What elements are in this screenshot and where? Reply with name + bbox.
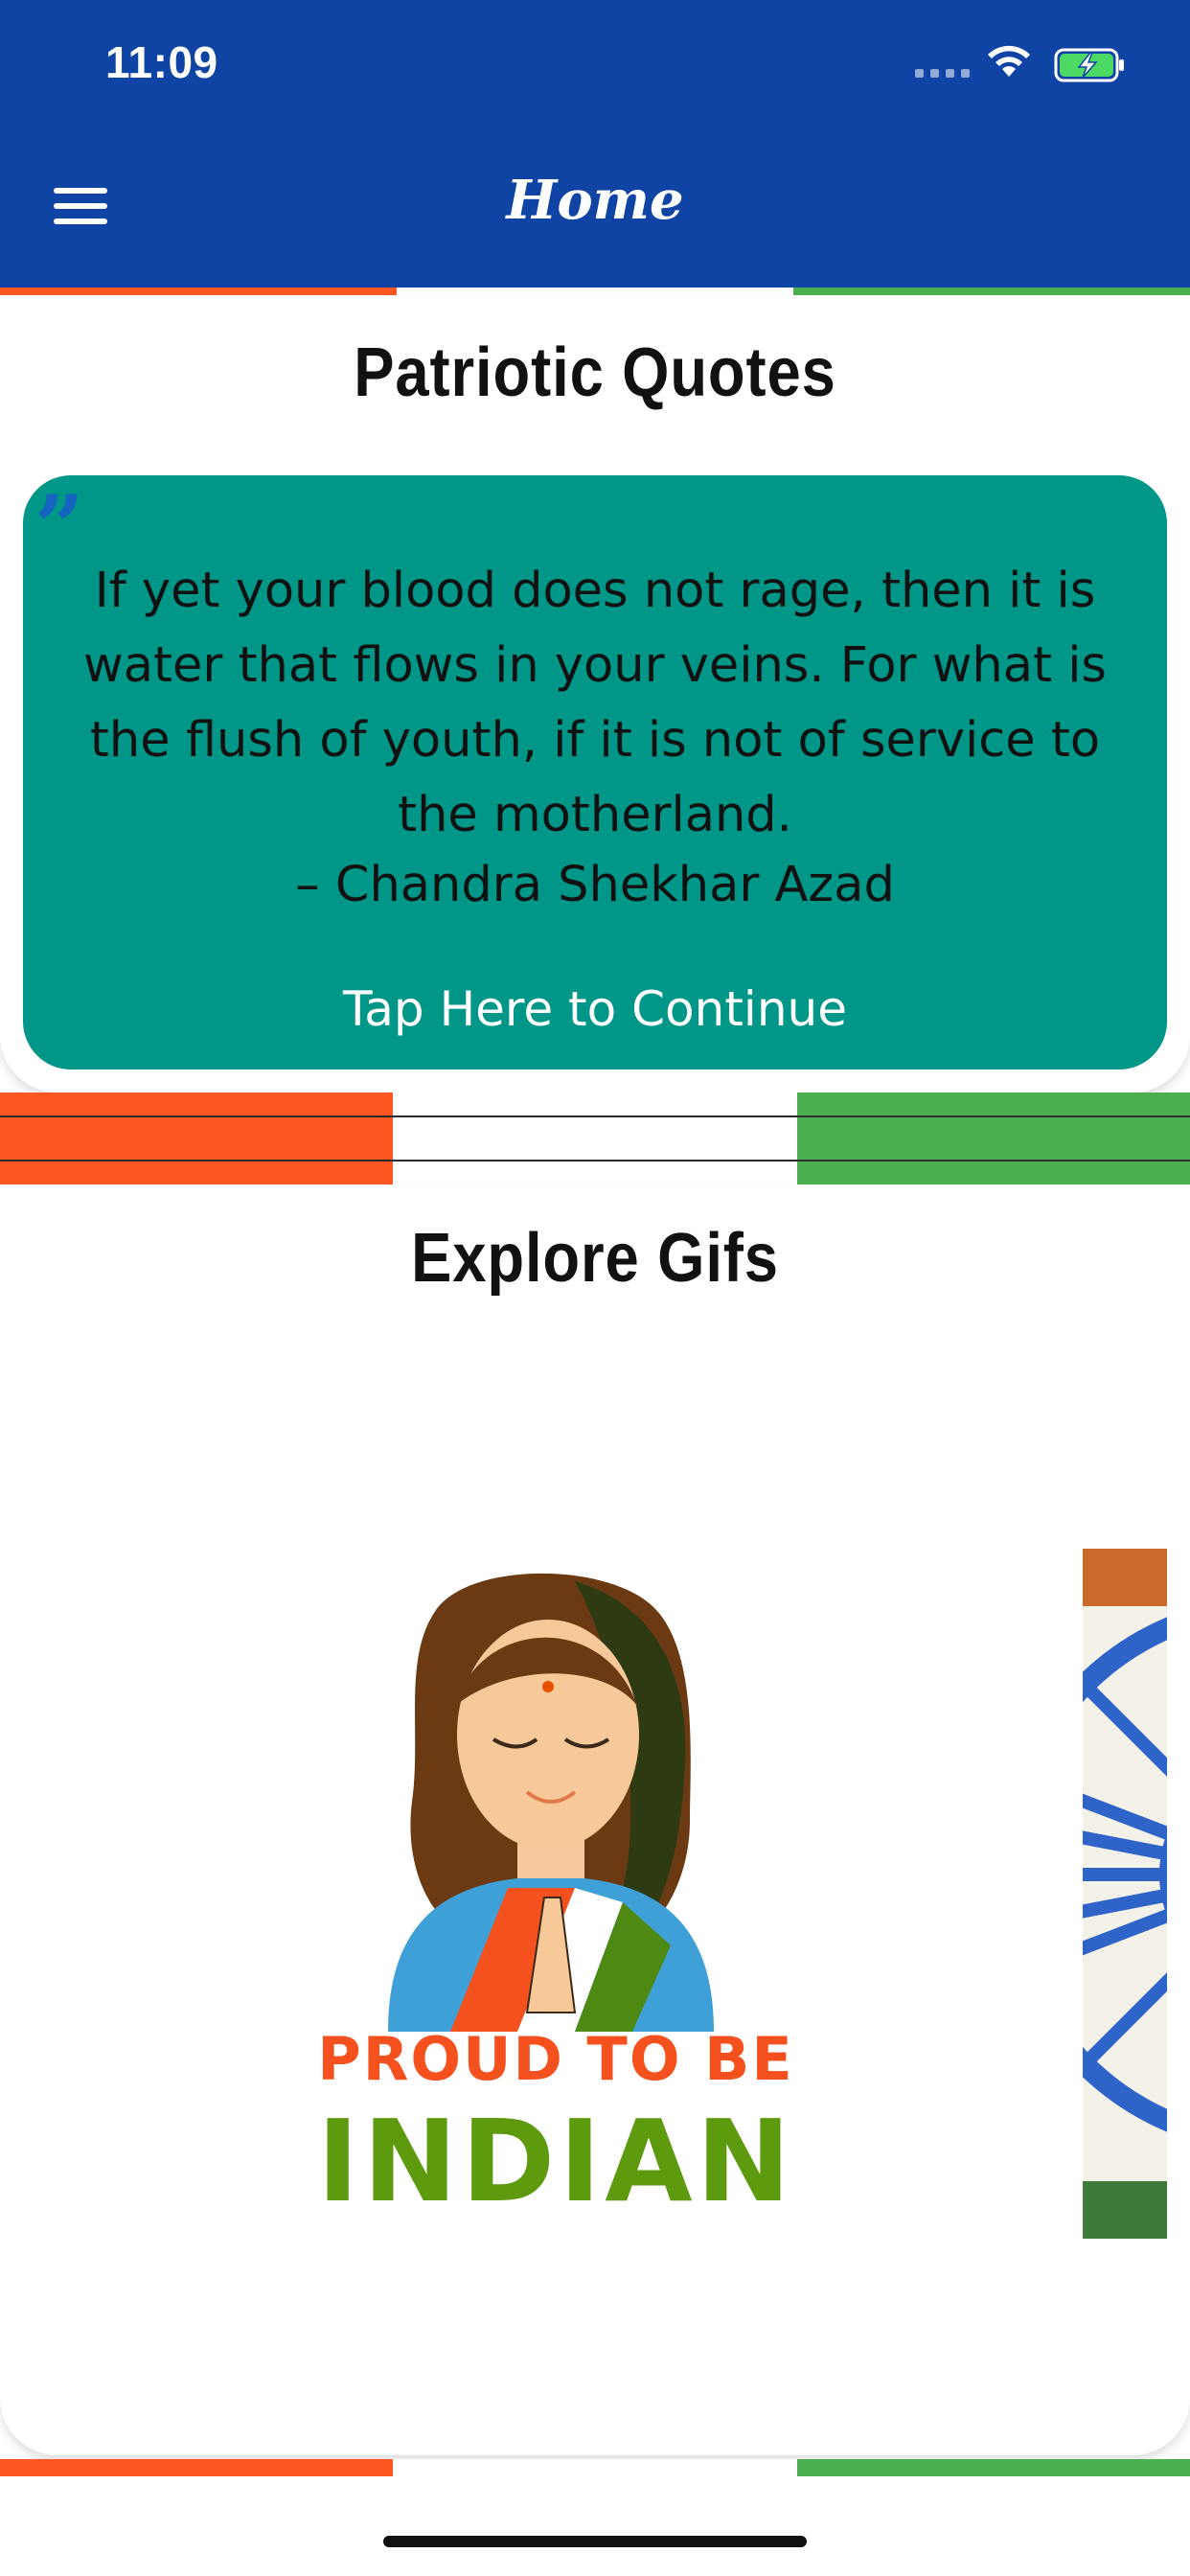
quote-text: If yet your blood does not rage, then it… xyxy=(38,554,1152,853)
quotes-section-title: Patriotic Quotes xyxy=(354,334,836,411)
namaste-girl-illustration xyxy=(388,1573,714,2032)
tricolor-white-band xyxy=(393,2459,797,2476)
wifi-icon xyxy=(988,45,1030,77)
quote-line: the flush of youth, if it is not of serv… xyxy=(89,712,1101,769)
gif-caption-top: PROUD TO BE xyxy=(317,2024,794,2094)
page-title: Home xyxy=(506,169,684,232)
tricolor-divider xyxy=(0,1092,1190,1184)
quote-line: the motherland. xyxy=(398,787,792,843)
app-bar: 11:09 Home xyxy=(0,0,1190,288)
quote-line: If yet your blood does not rage, then it… xyxy=(94,563,1096,619)
battery-charging-icon xyxy=(1054,48,1124,82)
continue-link[interactable]: Tap Here to Continue xyxy=(38,981,1152,1037)
home-indicator[interactable] xyxy=(383,2536,807,2547)
tricolor-saffron-band xyxy=(0,2459,393,2476)
quote-author: – Chandra Shekhar Azad xyxy=(295,857,895,913)
gif-flag-chakra[interactable] xyxy=(1083,1549,1167,2239)
gif-caption-bottom: INDIAN xyxy=(316,2095,795,2227)
cellular-signal-icon xyxy=(915,69,970,78)
ashoka-chakra-illustration xyxy=(1083,1549,1167,2239)
gifs-section-title: Explore Gifs xyxy=(411,1220,779,1297)
quote-line: water that flows in your veins. For what… xyxy=(83,637,1107,694)
gif-proud-to-be-indian[interactable]: PROUD TO BE INDIAN xyxy=(287,1572,824,2233)
tricolor-green-band xyxy=(797,2459,1190,2476)
status-time: 11:09 xyxy=(105,37,218,87)
